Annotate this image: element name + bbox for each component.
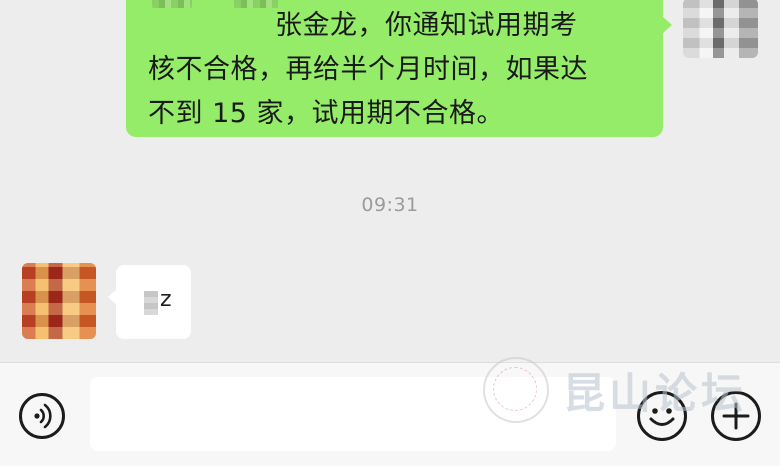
bubble-tail [108, 289, 117, 305]
my-avatar[interactable] [683, 0, 758, 58]
voice-button[interactable] [19, 393, 65, 439]
message-timestamp: 09:31 [361, 194, 419, 216]
outgoing-message-line: 张金龙，你通知试用期考 [275, 10, 578, 41]
voice-icon [34, 403, 52, 429]
pixelated-text-mosaic [144, 291, 158, 315]
contact-avatar[interactable] [22, 263, 96, 339]
outgoing-message-bubble[interactable]: 张金龙，你通知试用期考 核不合格，再给半个月时间，如果达 不到 15 家，试用期… [126, 0, 672, 137]
pixelated-name-mosaic [234, 0, 278, 8]
outgoing-message-line: 不到 15 家，试用期不合格。 [148, 98, 505, 129]
chat-history: 张金龙，你通知试用期考 核不合格，再给半个月时间，如果达 不到 15 家，试用期… [0, 0, 780, 362]
pixelated-name-mosaic [152, 0, 192, 8]
incoming-message-text: z [160, 287, 173, 312]
outgoing-message-line: 核不合格，再给半个月时间，如果达 [148, 54, 588, 85]
incoming-message-bubble[interactable]: z [108, 265, 191, 339]
plus-icon [722, 402, 750, 430]
message-input[interactable] [90, 377, 616, 451]
emoji-button[interactable] [637, 391, 687, 441]
emoji-icon [649, 408, 675, 426]
more-button[interactable] [711, 391, 761, 441]
chat-input-bar [0, 362, 780, 466]
bubble-tail [662, 16, 672, 34]
